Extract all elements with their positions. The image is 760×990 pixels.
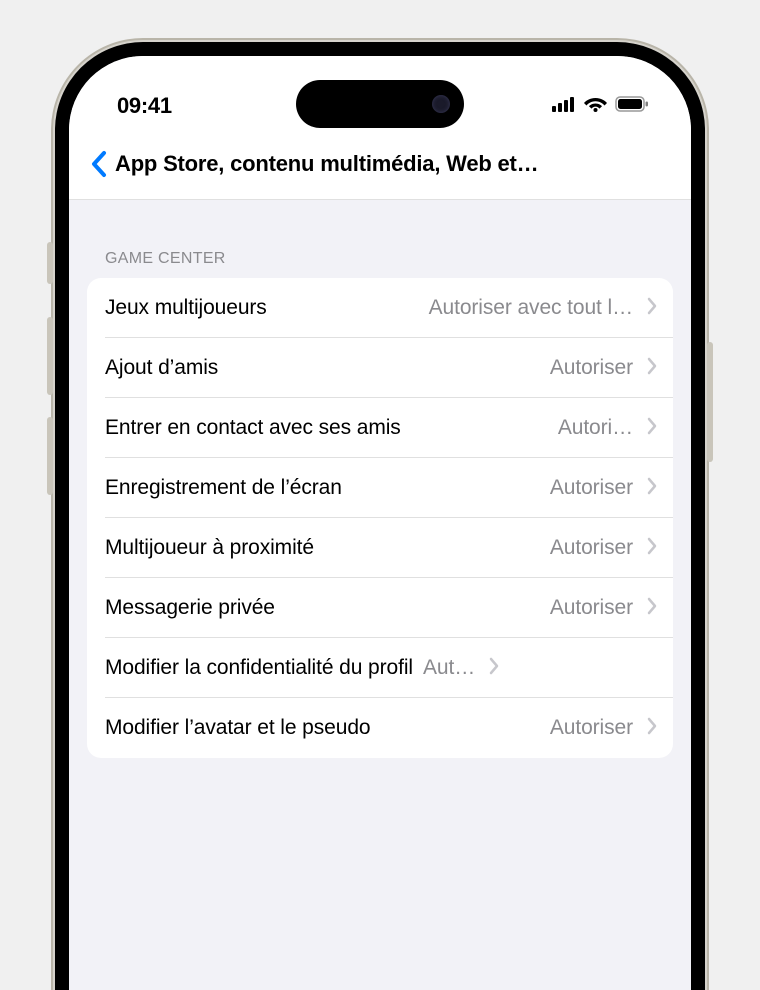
row-label: Ajout d’amis bbox=[105, 356, 218, 380]
row-connect-with-friends[interactable]: Entrer en contact avec ses amis Autori… bbox=[87, 398, 673, 458]
chevron-right-icon bbox=[647, 357, 657, 380]
row-label: Enregistrement de l’écran bbox=[105, 476, 342, 500]
row-label: Jeux multijoueurs bbox=[105, 296, 267, 320]
volume-down-button bbox=[47, 417, 53, 495]
row-nearby-multiplayer[interactable]: Multijoueur à proximité Autoriser bbox=[87, 518, 673, 578]
row-label: Messagerie privée bbox=[105, 596, 275, 620]
chevron-right-icon bbox=[647, 537, 657, 560]
row-label: Modifier l’avatar et le pseudo bbox=[105, 716, 370, 740]
wifi-icon bbox=[584, 96, 607, 117]
row-label: Modifier la confidentialité du profil bbox=[105, 656, 413, 680]
volume-up-button bbox=[47, 317, 53, 395]
status-icons bbox=[552, 96, 649, 117]
row-value: Autoriser avec tout l… bbox=[277, 296, 633, 320]
power-button bbox=[707, 342, 713, 462]
chevron-left-icon bbox=[90, 150, 107, 178]
page-title: App Store, contenu multimédia, Web et… bbox=[113, 151, 677, 177]
navigation-bar: App Store, contenu multimédia, Web et… bbox=[69, 136, 691, 200]
row-value: Autori… bbox=[411, 416, 633, 440]
chevron-right-icon bbox=[647, 417, 657, 440]
row-value: Autoriser bbox=[228, 356, 633, 380]
row-screen-recording[interactable]: Enregistrement de l’écran Autoriser bbox=[87, 458, 673, 518]
phone-device-frame: 09:41 bbox=[55, 42, 705, 990]
chevron-right-icon bbox=[647, 717, 657, 740]
settings-list-game-center: Jeux multijoueurs Autoriser avec tout l…… bbox=[87, 278, 673, 758]
status-time: 09:41 bbox=[117, 93, 172, 119]
chevron-right-icon bbox=[489, 657, 499, 680]
chevron-right-icon bbox=[647, 297, 657, 320]
row-multiplayer-games[interactable]: Jeux multijoueurs Autoriser avec tout l… bbox=[87, 278, 673, 338]
row-value: Autoriser bbox=[285, 596, 633, 620]
front-camera-icon bbox=[432, 95, 450, 113]
row-value: Autoriser bbox=[380, 716, 633, 740]
silent-switch bbox=[47, 242, 53, 284]
chevron-right-icon bbox=[647, 597, 657, 620]
row-add-friends[interactable]: Ajout d’amis Autoriser bbox=[87, 338, 673, 398]
back-button[interactable] bbox=[83, 150, 113, 178]
section-header-game-center: GAME CENTER bbox=[87, 200, 673, 278]
content-area: GAME CENTER Jeux multijoueurs Autoriser … bbox=[69, 200, 691, 758]
row-label: Multijoueur à proximité bbox=[105, 536, 314, 560]
dynamic-island bbox=[296, 80, 464, 128]
chevron-right-icon bbox=[647, 477, 657, 500]
row-modify-avatar-nickname[interactable]: Modifier l’avatar et le pseudo Autoriser bbox=[87, 698, 673, 758]
row-modify-profile-privacy[interactable]: Modifier la confidentialité du profil Au… bbox=[87, 638, 673, 698]
row-value: Aut… bbox=[423, 656, 475, 680]
battery-icon bbox=[615, 96, 649, 117]
row-label: Entrer en contact avec ses amis bbox=[105, 416, 401, 440]
cellular-signal-icon bbox=[552, 96, 576, 117]
row-value: Autoriser bbox=[324, 536, 633, 560]
row-private-messaging[interactable]: Messagerie privée Autoriser bbox=[87, 578, 673, 638]
screen: 09:41 bbox=[69, 56, 691, 990]
row-value: Autoriser bbox=[352, 476, 633, 500]
